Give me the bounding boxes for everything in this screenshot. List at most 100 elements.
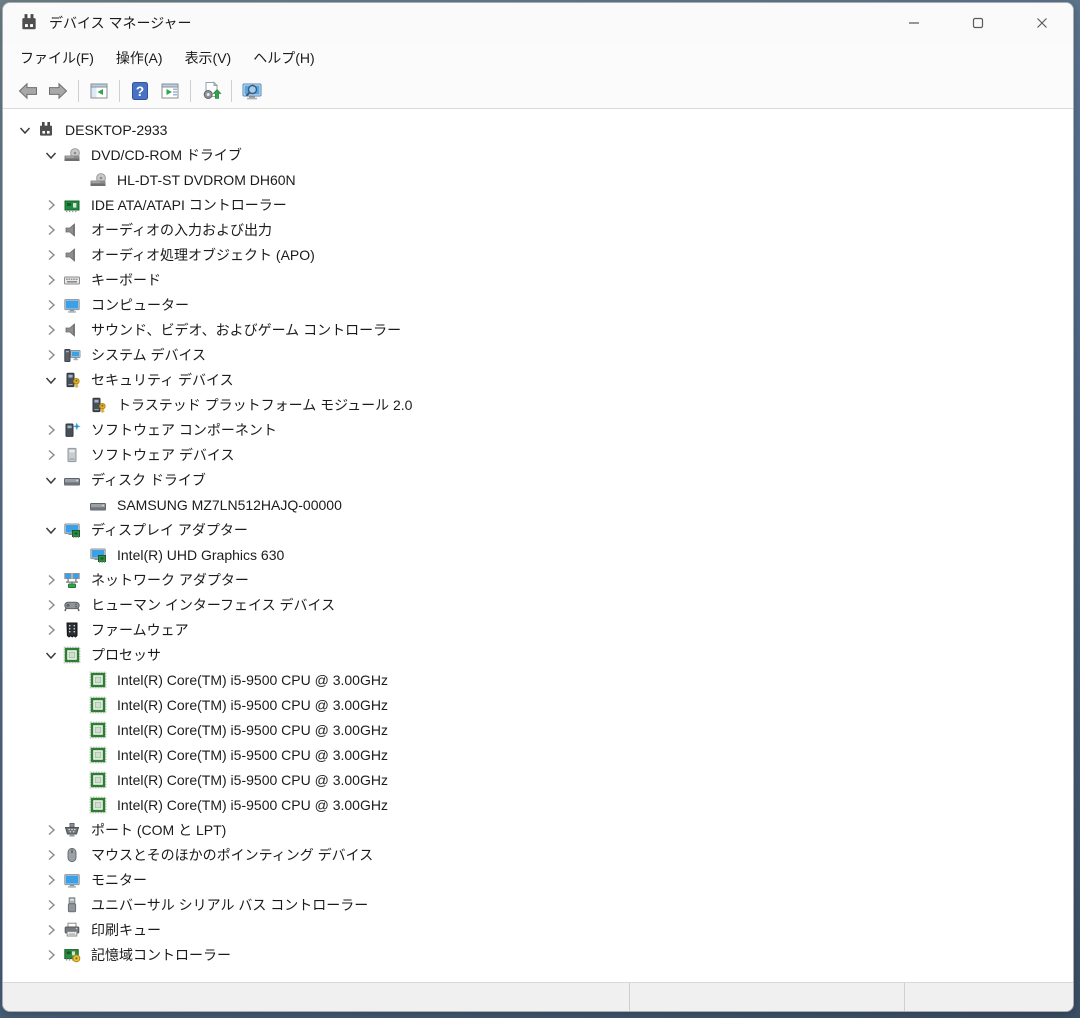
tree-item[interactable]: キーボード [3, 267, 1073, 292]
chevron-right-icon[interactable] [39, 421, 63, 439]
tree-item[interactable]: ヒューマン インターフェイス デバイス [3, 592, 1073, 617]
tree-item-label[interactable]: ソフトウェア コンポーネント [91, 420, 277, 440]
tree-item-label[interactable]: オーディオ処理オブジェクト (APO) [91, 245, 315, 265]
tree-item-label[interactable]: DESKTOP-2933 [65, 122, 167, 138]
tree-item-label[interactable]: DVD/CD-ROM ドライブ [91, 145, 242, 165]
chevron-right-icon[interactable] [39, 296, 63, 314]
chevron-right-icon[interactable] [39, 871, 63, 889]
tree-item-label[interactable]: マウスとそのほかのポインティング デバイス [91, 845, 373, 865]
tree-item-label[interactable]: トラステッド プラットフォーム モジュール 2.0 [117, 395, 412, 415]
tree-item[interactable]: ポート (COM と LPT) [3, 817, 1073, 842]
tree-item[interactable]: HL-DT-ST DVDROM DH60N [3, 167, 1073, 192]
tree-item[interactable]: モニター [3, 867, 1073, 892]
tree-item[interactable]: IDE ATA/ATAPI コントローラー [3, 192, 1073, 217]
tree-item-label[interactable]: IDE ATA/ATAPI コントローラー [91, 195, 287, 215]
tree-item-label[interactable]: SAMSUNG MZ7LN512HAJQ-00000 [117, 497, 342, 513]
tree-item-label[interactable]: ポート (COM と LPT) [91, 820, 226, 840]
tree-item-label[interactable]: ディスク ドライブ [91, 470, 206, 490]
tree-item-label[interactable]: ソフトウェア デバイス [91, 445, 234, 465]
tree-item-label[interactable]: コンピューター [91, 295, 189, 315]
chevron-right-icon[interactable] [39, 271, 63, 289]
chevron-right-icon[interactable] [39, 621, 63, 639]
tree-item[interactable]: コンピューター [3, 292, 1073, 317]
chevron-down-icon[interactable] [39, 146, 63, 164]
chevron-down-icon[interactable] [39, 521, 63, 539]
help-button[interactable] [125, 77, 155, 105]
tree-item[interactable]: プロセッサ [3, 642, 1073, 667]
tree-item[interactable]: 記憶域コントローラー [3, 942, 1073, 967]
tree-item[interactable]: ユニバーサル シリアル バス コントローラー [3, 892, 1073, 917]
tree-item-label[interactable]: モニター [91, 870, 147, 890]
chevron-right-icon[interactable] [39, 571, 63, 589]
chevron-right-icon[interactable] [39, 821, 63, 839]
tree-item[interactable]: ネットワーク アダプター [3, 567, 1073, 592]
search-devices-button[interactable] [237, 77, 267, 105]
show-hide-console-tree-button[interactable] [84, 77, 114, 105]
tree-item-label[interactable]: システム デバイス [91, 345, 206, 365]
tree-item-label[interactable]: ユニバーサル シリアル バス コントローラー [91, 895, 368, 915]
chevron-right-icon[interactable] [39, 246, 63, 264]
tree-item-label[interactable]: ネットワーク アダプター [91, 570, 249, 590]
tree-item-label[interactable]: 記憶域コントローラー [91, 945, 231, 965]
tree-item[interactable]: オーディオの入力および出力 [3, 217, 1073, 242]
minimize-button[interactable] [891, 3, 937, 43]
show-hide-action-pane-button[interactable] [155, 77, 185, 105]
tree-item-label[interactable]: サウンド、ビデオ、およびゲーム コントローラー [91, 320, 401, 340]
menu-file[interactable]: ファイル(F) [9, 44, 105, 72]
tree-item-label[interactable]: セキュリティ デバイス [91, 370, 234, 390]
tree-item-label[interactable]: Intel(R) Core(TM) i5-9500 CPU @ 3.00GHz [117, 772, 388, 788]
tree-item[interactable]: SAMSUNG MZ7LN512HAJQ-00000 [3, 492, 1073, 517]
tree-item[interactable]: Intel(R) Core(TM) i5-9500 CPU @ 3.00GHz [3, 742, 1073, 767]
menu-help[interactable]: ヘルプ(H) [242, 44, 325, 72]
chevron-right-icon[interactable] [39, 921, 63, 939]
chevron-down-icon[interactable] [39, 371, 63, 389]
back-button[interactable] [13, 77, 43, 105]
tree-item-label[interactable]: HL-DT-ST DVDROM DH60N [117, 172, 296, 188]
tree-item[interactable]: Intel(R) Core(TM) i5-9500 CPU @ 3.00GHz [3, 717, 1073, 742]
tree-item-label[interactable]: オーディオの入力および出力 [91, 220, 272, 240]
tree-item-label[interactable]: Intel(R) Core(TM) i5-9500 CPU @ 3.00GHz [117, 797, 388, 813]
tree-item[interactable]: トラステッド プラットフォーム モジュール 2.0 [3, 392, 1073, 417]
tree-item-label[interactable]: Intel(R) Core(TM) i5-9500 CPU @ 3.00GHz [117, 672, 388, 688]
tree-item-label[interactable]: Intel(R) Core(TM) i5-9500 CPU @ 3.00GHz [117, 697, 388, 713]
maximize-button[interactable] [955, 3, 1001, 43]
menu-view[interactable]: 表示(V) [174, 44, 243, 72]
chevron-right-icon[interactable] [39, 846, 63, 864]
close-button[interactable] [1019, 3, 1065, 43]
tree-item[interactable]: Intel(R) Core(TM) i5-9500 CPU @ 3.00GHz [3, 667, 1073, 692]
tree-item[interactable]: システム デバイス [3, 342, 1073, 367]
tree-item-label[interactable]: ファームウェア [91, 620, 189, 640]
tree-item[interactable]: ディスク ドライブ [3, 467, 1073, 492]
chevron-right-icon[interactable] [39, 596, 63, 614]
tree-item[interactable]: DVD/CD-ROM ドライブ [3, 142, 1073, 167]
chevron-right-icon[interactable] [39, 346, 63, 364]
tree-item[interactable]: Intel(R) Core(TM) i5-9500 CPU @ 3.00GHz [3, 692, 1073, 717]
tree-item[interactable]: ソフトウェア コンポーネント [3, 417, 1073, 442]
tree-item[interactable]: ソフトウェア デバイス [3, 442, 1073, 467]
tree-item[interactable]: セキュリティ デバイス [3, 367, 1073, 392]
tree-item-label[interactable]: Intel(R) Core(TM) i5-9500 CPU @ 3.00GHz [117, 722, 388, 738]
tree-item-label[interactable]: Intel(R) Core(TM) i5-9500 CPU @ 3.00GHz [117, 747, 388, 763]
chevron-right-icon[interactable] [39, 221, 63, 239]
tree-item-label[interactable]: 印刷キュー [91, 920, 161, 940]
chevron-right-icon[interactable] [39, 446, 63, 464]
tree-item[interactable]: サウンド、ビデオ、およびゲーム コントローラー [3, 317, 1073, 342]
tree-item[interactable]: DESKTOP-2933 [3, 117, 1073, 142]
chevron-right-icon[interactable] [39, 946, 63, 964]
tree-item[interactable]: ディスプレイ アダプター [3, 517, 1073, 542]
chevron-right-icon[interactable] [39, 196, 63, 214]
tree-item-label[interactable]: Intel(R) UHD Graphics 630 [117, 547, 284, 563]
chevron-down-icon[interactable] [39, 471, 63, 489]
chevron-down-icon[interactable] [39, 646, 63, 664]
tree-item[interactable]: 印刷キュー [3, 917, 1073, 942]
tree-item-label[interactable]: プロセッサ [91, 645, 161, 665]
menu-action[interactable]: 操作(A) [105, 44, 174, 72]
chevron-down-icon[interactable] [13, 121, 37, 139]
tree-item[interactable]: Intel(R) Core(TM) i5-9500 CPU @ 3.00GHz [3, 792, 1073, 817]
tree-item[interactable]: オーディオ処理オブジェクト (APO) [3, 242, 1073, 267]
tree-item[interactable]: マウスとそのほかのポインティング デバイス [3, 842, 1073, 867]
tree-item[interactable]: Intel(R) Core(TM) i5-9500 CPU @ 3.00GHz [3, 767, 1073, 792]
tree-item[interactable]: ファームウェア [3, 617, 1073, 642]
chevron-right-icon[interactable] [39, 321, 63, 339]
tree-item[interactable]: Intel(R) UHD Graphics 630 [3, 542, 1073, 567]
